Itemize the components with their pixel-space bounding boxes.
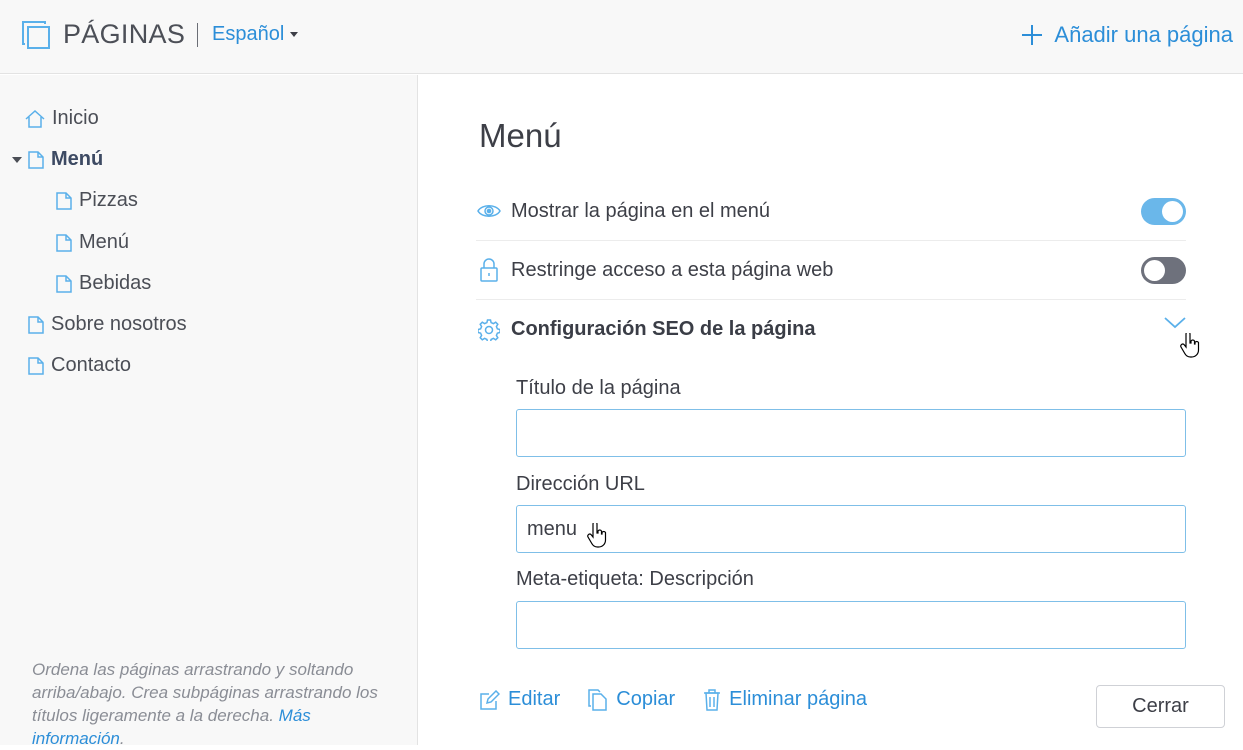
restrict-access-row: Restringe acceso a esta página web xyxy=(476,241,1186,300)
sidebar-item-bebidas[interactable]: Bebidas xyxy=(56,272,151,295)
copy-label: Copiar xyxy=(616,688,676,710)
delete-page-label: Eliminar página xyxy=(729,688,868,710)
page-actions: Editar Copiar Eliminar página xyxy=(480,688,895,711)
seo-settings-label: Configuración SEO de la página xyxy=(511,318,816,340)
pages-icon xyxy=(21,20,51,50)
sidebar: Inicio Menú Pizzas Menú Bebidas Sobre no… xyxy=(0,75,418,748)
page-icon xyxy=(28,150,44,169)
add-page-label: Añadir una página xyxy=(1054,22,1233,47)
header-divider xyxy=(197,23,198,47)
sidebar-item-label: Menú xyxy=(51,148,104,170)
sidebar-item-label: Contacto xyxy=(51,354,132,376)
chevron-down-icon[interactable] xyxy=(1164,317,1186,329)
url-field-label: Dirección URL xyxy=(516,473,645,495)
language-label: Español xyxy=(212,23,285,45)
restrict-access-toggle[interactable] xyxy=(1141,257,1186,284)
page-icon xyxy=(56,233,72,252)
sidebar-item-pizzas[interactable]: Pizzas xyxy=(56,189,138,212)
page-title-field-label: Título de la página xyxy=(516,377,681,399)
plus-icon xyxy=(1022,25,1043,45)
seo-settings-row[interactable]: Configuración SEO de la página xyxy=(476,300,1186,359)
sidebar-item-label: Pizzas xyxy=(79,189,138,211)
edit-icon xyxy=(480,689,500,710)
eye-icon xyxy=(476,203,502,219)
delete-page-button[interactable]: Eliminar página xyxy=(703,688,867,711)
page-title-input[interactable] xyxy=(516,409,1186,457)
show-in-menu-row: Mostrar la página en el menú xyxy=(476,182,1186,241)
sidebar-item-label: Menú xyxy=(79,231,130,253)
meta-description-field-label: Meta-etiqueta: Descripción xyxy=(516,568,754,590)
sidebar-item-contacto[interactable]: Contacto xyxy=(28,354,131,377)
header-bar: PÁGINAS Español Añadir una página xyxy=(0,0,1243,74)
page-icon xyxy=(56,274,72,293)
trash-icon xyxy=(704,688,721,711)
edit-label: Editar xyxy=(508,688,561,710)
show-in-menu-toggle[interactable] xyxy=(1141,198,1186,225)
help-text: Ordena las páginas arrastrando y soltand… xyxy=(32,660,378,725)
sidebar-item-sobre-nosotros[interactable]: Sobre nosotros xyxy=(28,313,187,336)
sidebar-item-menu-sub[interactable]: Menú xyxy=(56,231,129,254)
expand-caret-icon[interactable] xyxy=(12,157,22,163)
sidebar-item-menu[interactable]: Menú xyxy=(28,148,103,171)
sidebar-item-label: Inicio xyxy=(52,107,99,129)
home-icon xyxy=(25,109,45,129)
caret-down-icon xyxy=(290,32,299,37)
gear-icon xyxy=(476,318,502,341)
page-icon xyxy=(28,315,44,334)
close-button[interactable]: Cerrar xyxy=(1096,685,1225,728)
meta-description-input[interactable] xyxy=(516,601,1186,649)
sidebar-item-label: Sobre nosotros xyxy=(51,313,187,335)
sidebar-item-label: Bebidas xyxy=(79,272,152,294)
lock-icon xyxy=(476,258,502,282)
page-title: Menú xyxy=(479,117,562,154)
add-page-button[interactable]: Añadir una página xyxy=(1022,22,1233,48)
copy-icon xyxy=(588,688,607,711)
restrict-access-label: Restringe acceso a esta página web xyxy=(511,258,834,281)
language-dropdown[interactable]: Español xyxy=(212,23,299,46)
page-title-header: PÁGINAS xyxy=(63,19,186,49)
page-settings-panel: Menú Mostrar la página en el menú Restri… xyxy=(419,75,1243,745)
show-in-menu-label: Mostrar la página en el menú xyxy=(511,199,771,222)
sidebar-item-inicio[interactable]: Inicio xyxy=(25,107,99,130)
copy-button[interactable]: Copiar xyxy=(588,688,675,711)
page-icon xyxy=(56,191,72,210)
page-icon xyxy=(28,356,44,375)
sidebar-help-text: Ordena las páginas arrastrando y soltand… xyxy=(32,660,378,748)
edit-button[interactable]: Editar xyxy=(480,688,560,711)
url-input[interactable] xyxy=(516,505,1186,553)
